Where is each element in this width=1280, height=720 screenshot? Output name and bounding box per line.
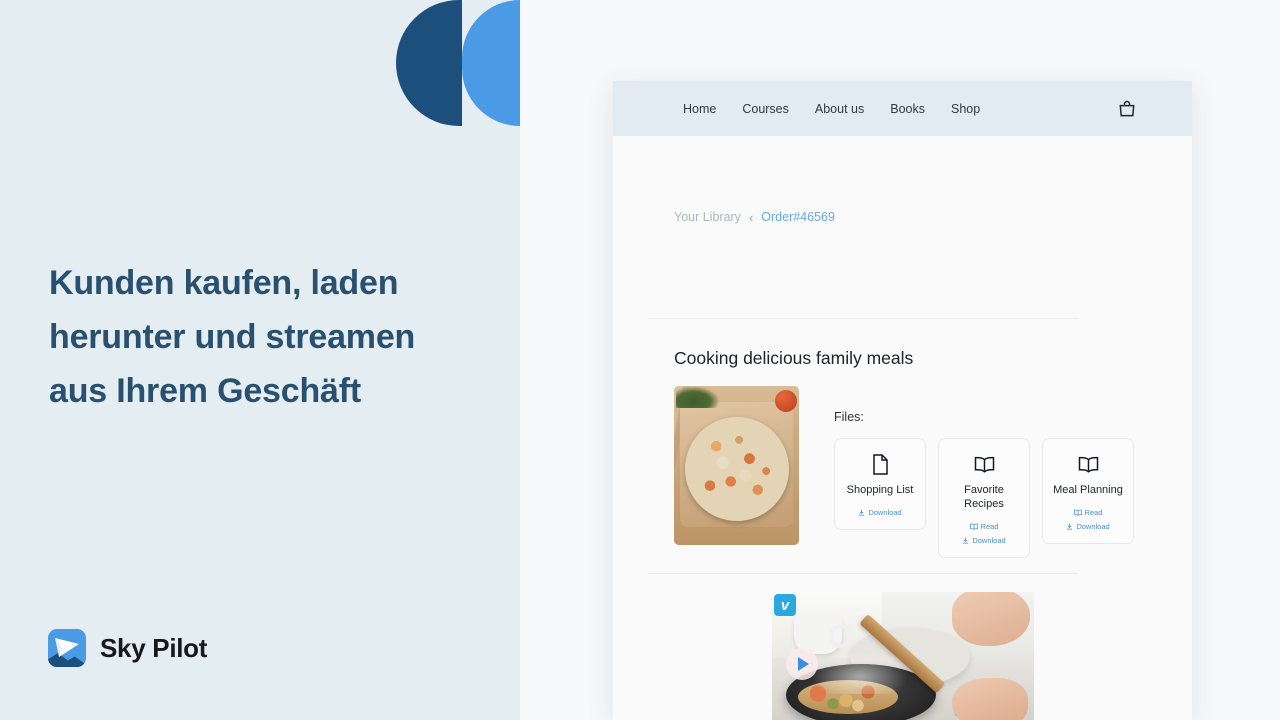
nav-item-about-us[interactable]: About us	[802, 102, 877, 116]
product-title: Cooking delicious family meals	[674, 348, 914, 368]
nav-links: Home Courses About us Books Shop	[683, 102, 993, 116]
light-half-circle-fill	[519, 0, 520, 126]
download-link[interactable]: Download	[962, 535, 1006, 545]
brand-logo: Sky Pilot	[48, 629, 207, 667]
hand-lower	[952, 678, 1028, 720]
play-icon	[798, 657, 809, 671]
play-button[interactable]	[786, 648, 818, 680]
file-actions: Download	[841, 508, 919, 517]
open-book-icon	[945, 453, 1023, 475]
download-label: Download	[972, 535, 1006, 545]
read-label: Read	[980, 521, 999, 531]
file-name: Meal Planning	[1053, 484, 1123, 496]
download-icon	[859, 509, 865, 516]
product-cover-image	[674, 386, 799, 545]
breadcrumb-current[interactable]: Order#46569	[761, 210, 835, 224]
nav-item-courses[interactable]: Courses	[729, 102, 802, 116]
file-actions: Read Download	[945, 522, 1023, 545]
document-icon	[841, 453, 919, 475]
steam	[812, 650, 908, 694]
nav-item-home[interactable]: Home	[683, 102, 729, 116]
chevron-left-icon: ‹	[748, 209, 754, 225]
read-label: Read	[1084, 507, 1103, 517]
paper-plane-icon	[55, 638, 79, 657]
site-navigation-bar: Home Courses About us Books Shop	[613, 81, 1192, 136]
file-card-meal-planning[interactable]: Meal Planning Read Download	[1042, 438, 1134, 544]
breadcrumb-parent[interactable]: Your Library	[674, 210, 741, 224]
read-link[interactable]: Read	[1073, 507, 1103, 517]
book-icon	[969, 523, 978, 530]
light-half-circle-shape	[462, 0, 520, 126]
vimeo-letter: v	[780, 596, 790, 614]
video-player[interactable]: v 00:00	[772, 592, 1034, 720]
store-page-mockup: Home Courses About us Books Shop Your Li…	[613, 81, 1192, 720]
brand-name: Sky Pilot	[100, 632, 208, 663]
file-cards: Shopping List Download Favorite Recipes …	[834, 438, 1134, 558]
dark-half-circle-shape	[396, 0, 459, 126]
left-promo-panel: Kunden kaufen, laden herunter und stream…	[0, 0, 520, 720]
page-content: Your Library ‹ Order#46569 Cooking delic…	[613, 136, 1192, 720]
shopping-bag-icon[interactable]	[1117, 99, 1137, 119]
pizza	[684, 416, 789, 521]
vimeo-logo-icon[interactable]: v	[774, 594, 796, 616]
file-card-favorite-recipes[interactable]: Favorite Recipes Read Download	[938, 438, 1030, 558]
sky-pilot-logo-icon	[48, 629, 86, 667]
download-link[interactable]: Download	[858, 507, 902, 517]
file-actions: Read Download	[1049, 508, 1127, 531]
file-name: Shopping List	[846, 484, 914, 496]
breadcrumb: Your Library ‹ Order#46569	[674, 210, 835, 224]
files-label: Files:	[834, 410, 864, 424]
download-label: Download	[868, 507, 902, 517]
download-link[interactable]: Download	[1066, 521, 1110, 531]
open-book-icon	[1049, 453, 1127, 475]
file-name: Favorite Recipes	[964, 484, 1004, 510]
download-label: Download	[1076, 521, 1110, 531]
file-card-shopping-list[interactable]: Shopping List Download	[834, 438, 926, 530]
download-icon	[963, 537, 969, 544]
product-details-row: Files: Shopping List Download Favorite R…	[674, 386, 1134, 558]
nav-item-shop[interactable]: Shop	[938, 102, 993, 116]
read-link[interactable]: Read	[969, 521, 999, 531]
nav-item-books[interactable]: Books	[877, 102, 938, 116]
herbs-garnish	[676, 386, 720, 408]
download-icon	[1067, 523, 1073, 530]
files-section: Files: Shopping List Download Favorite R…	[834, 386, 1134, 558]
screenshot-stage: Kunden kaufen, laden herunter und stream…	[0, 0, 1280, 720]
divider-top	[648, 318, 1078, 319]
book-icon	[1073, 509, 1082, 516]
tomato	[775, 390, 797, 412]
hand-upper	[952, 592, 1030, 646]
promo-headline: Kunden kaufen, laden herunter und stream…	[49, 264, 416, 410]
decorative-half-circles	[396, 0, 520, 126]
divider-bottom	[648, 573, 1078, 574]
